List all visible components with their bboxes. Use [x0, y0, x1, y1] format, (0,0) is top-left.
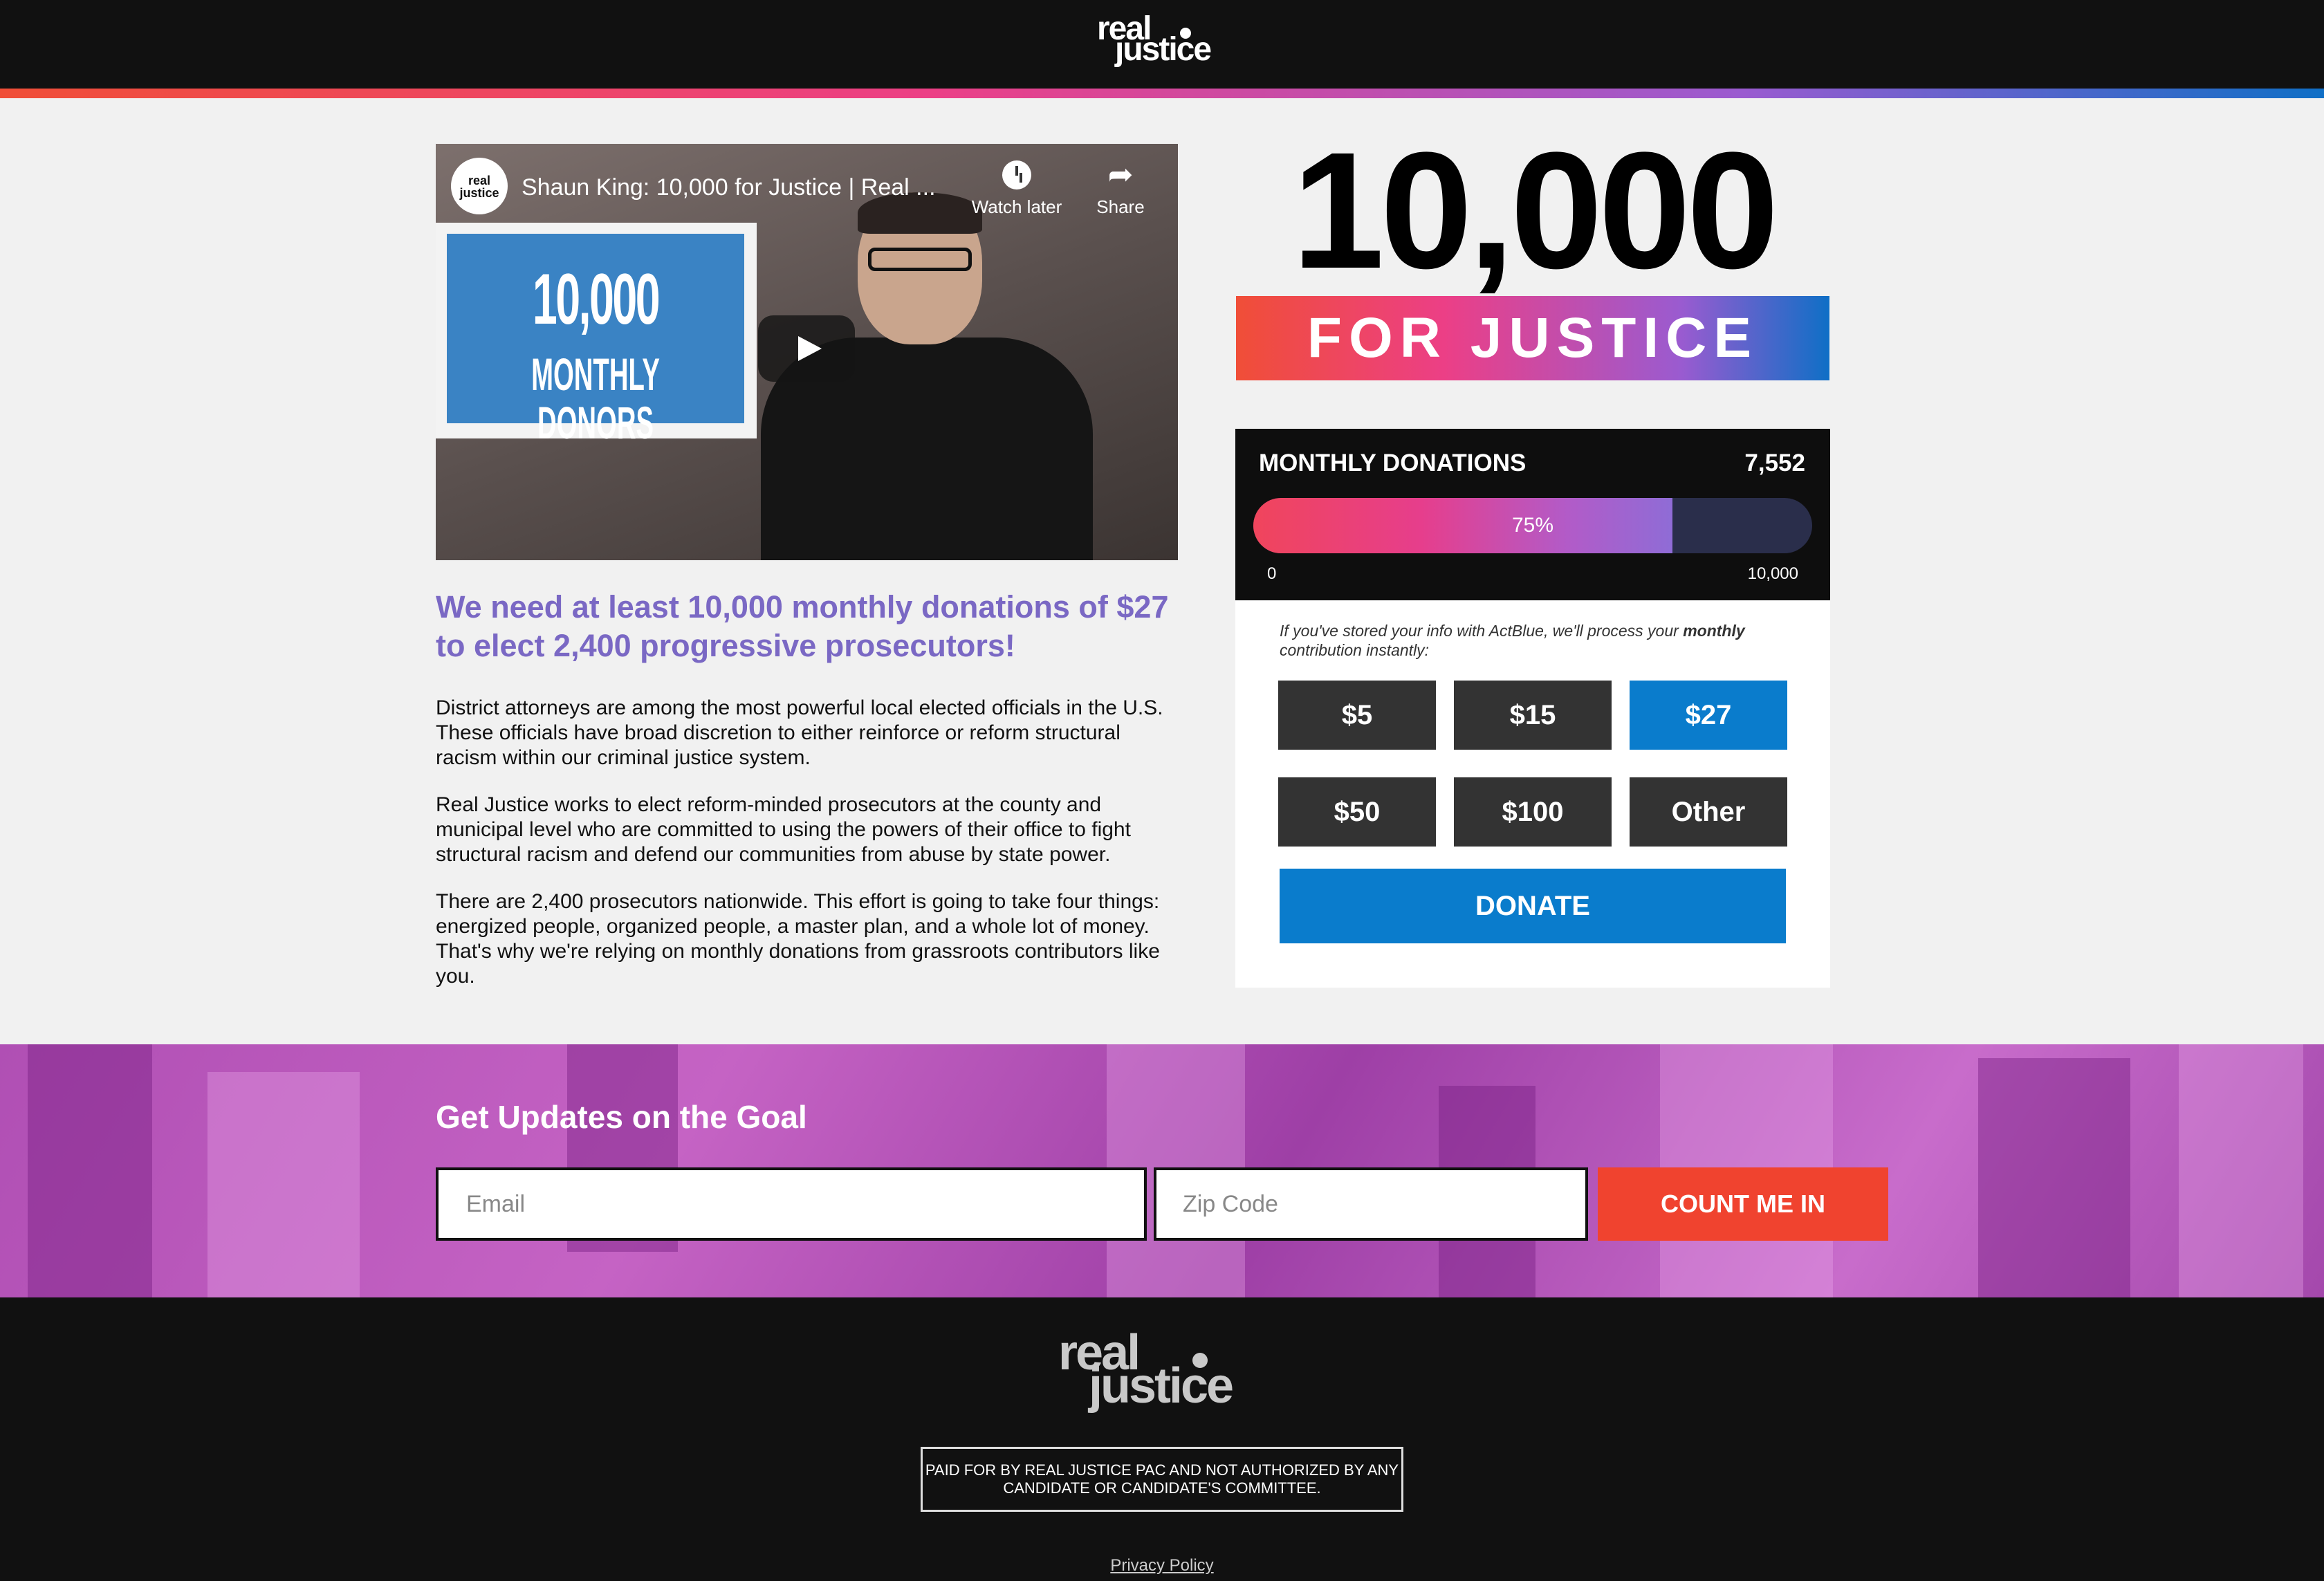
site-header: real justice: [0, 0, 2324, 98]
amount-button-27[interactable]: $27: [1630, 681, 1787, 750]
play-button[interactable]: [758, 315, 855, 382]
zip-code-input[interactable]: Zip Code: [1154, 1167, 1588, 1241]
email-input[interactable]: Email: [436, 1167, 1147, 1241]
donation-count: 7,552: [1744, 450, 1805, 477]
monthly-donations-label: MONTHLY DONATIONS: [1259, 450, 1527, 477]
progress-percent: 75%: [1511, 514, 1554, 537]
amount-button-50[interactable]: $50: [1278, 777, 1436, 847]
footer-logo[interactable]: real justice: [1058, 1328, 1266, 1418]
actblue-note: If you've stored your info with ActBlue,…: [1280, 622, 1745, 659]
share-button[interactable]: ➦ Share: [1086, 160, 1155, 218]
donate-button[interactable]: DONATE: [1280, 869, 1786, 943]
privacy-policy-link[interactable]: Privacy Policy: [0, 1556, 2324, 1575]
paragraph: There are 2,400 prosecutors nationwide. …: [436, 890, 1160, 988]
gradient-divider: [0, 89, 2324, 98]
video-title[interactable]: Shaun King: 10,000 for Justice | Real ..…: [522, 174, 936, 201]
headline: We need at least 10,000 monthly donation…: [436, 589, 1169, 663]
amount-button-15[interactable]: $15: [1454, 681, 1612, 750]
channel-logo-icon[interactable]: real justice: [451, 158, 508, 214]
goal-number: 10,000: [1291, 118, 1779, 303]
video-title-card: 10,000 MONTHLY DONORS: [436, 223, 757, 447]
amount-button-5[interactable]: $5: [1278, 681, 1436, 750]
progress-min: 0: [1267, 564, 1277, 583]
amount-button-100[interactable]: $100: [1454, 777, 1612, 847]
count-me-in-button[interactable]: COUNT ME IN: [1598, 1167, 1888, 1241]
progress-bar: 75%: [1253, 498, 1812, 553]
paragraph: District attorneys are among the most po…: [436, 696, 1163, 769]
watch-later-button[interactable]: Watch later: [968, 160, 1065, 218]
clock-icon: [1002, 160, 1031, 189]
progress-section: MONTHLY DONATIONS 7,552 75% 0 10,000: [1235, 429, 1830, 600]
updates-signup-section: Get Updates on the Goal Email Zip Code C…: [0, 1044, 2324, 1297]
progress-max: 10,000: [1747, 564, 1798, 583]
youtube-video-embed[interactable]: 10,000 MONTHLY DONORS real justice Shaun…: [436, 144, 1178, 560]
site-footer: real justice PAID FOR BY REAL JUSTICE PA…: [0, 1297, 2324, 1581]
paragraph: Real Justice works to elect reform-minde…: [436, 793, 1131, 866]
real-justice-logo[interactable]: real justice: [1097, 12, 1228, 71]
updates-heading: Get Updates on the Goal: [436, 1099, 807, 1135]
for-justice-banner: FOR JUSTICE: [1236, 296, 1829, 380]
share-arrow-icon: ➦: [1107, 158, 1134, 192]
donation-panel: MONTHLY DONATIONS 7,552 75% 0 10,000 If …: [1235, 429, 1830, 988]
amount-button-other[interactable]: Other: [1630, 777, 1787, 847]
paid-for-disclaimer: PAID FOR BY REAL JUSTICE PAC AND NOT AUT…: [921, 1447, 1403, 1512]
